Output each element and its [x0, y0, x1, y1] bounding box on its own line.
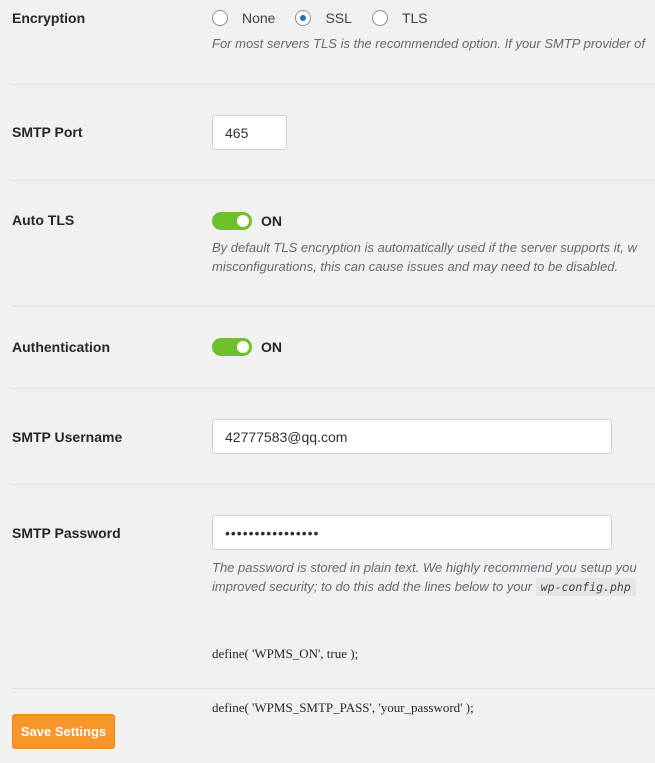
smtp-username-input[interactable]: 42777583@qq.com	[212, 419, 612, 454]
smtp-password-description-2-text: improved security; to do this add the li…	[212, 579, 533, 594]
encryption-option-none[interactable]: None	[212, 10, 275, 26]
radio-tls-label: TLS	[401, 10, 428, 26]
radio-ssl-label: SSL	[325, 10, 352, 26]
smtp-password-description-1: The password is stored in plain text. We…	[212, 560, 637, 575]
smtp-password-label: SMTP Password	[12, 525, 121, 541]
save-settings-button[interactable]: Save Settings	[12, 714, 115, 749]
auto-tls-row: Auto TLS ON By default TLS encryption is…	[12, 181, 655, 306]
smtp-port-input[interactable]: 465	[212, 115, 287, 150]
auto-tls-toggle[interactable]: ON	[212, 212, 637, 230]
smtp-username-label: SMTP Username	[12, 429, 123, 445]
smtp-password-description-2: improved security; to do this add the li…	[212, 577, 637, 597]
auto-tls-description-2: misconfigurations, this can cause issues…	[212, 259, 619, 274]
smtp-username-row: SMTP Username 42777583@qq.com	[12, 389, 655, 484]
authentication-row: Authentication ON	[12, 307, 655, 388]
auto-tls-description-1: By default TLS encryption is automatical…	[212, 240, 637, 255]
encryption-description: For most servers TLS is the recommended …	[212, 36, 646, 51]
smtp-port-label: SMTP Port	[12, 124, 83, 140]
radio-none-icon[interactable]	[212, 10, 228, 26]
smtp-port-row: SMTP Port 465	[12, 85, 655, 180]
toggle-knob	[237, 215, 249, 227]
auto-tls-switch[interactable]	[212, 212, 252, 230]
toggle-knob	[237, 341, 249, 353]
authentication-state: ON	[261, 339, 282, 355]
radio-ssl-icon[interactable]	[295, 10, 312, 26]
code-line-1: define( 'WPMS_ON', true );	[212, 646, 359, 661]
auto-tls-state: ON	[261, 213, 282, 229]
encryption-options: None SSL TLS For most servers TLS is the…	[212, 10, 645, 53]
divider	[12, 688, 655, 689]
encryption-option-ssl[interactable]: SSL	[295, 10, 352, 26]
smtp-password-input[interactable]: ••••••••••••••••	[212, 515, 612, 550]
encryption-label: Encryption	[12, 10, 86, 26]
radio-tls-icon[interactable]	[371, 10, 388, 26]
authentication-label: Authentication	[12, 339, 110, 355]
encryption-option-tls[interactable]: TLS	[371, 10, 428, 26]
config-code-block: define( 'WPMS_ON', true ); define( 'WPMS…	[212, 609, 637, 753]
code-line-2: define( 'WPMS_SMTP_PASS', 'your_password…	[212, 700, 474, 715]
authentication-switch[interactable]	[212, 338, 252, 356]
encryption-row: Encryption None SSL TLS For most servers…	[12, 0, 655, 84]
smtp-password-row: SMTP Password •••••••••••••••• The passw…	[12, 485, 655, 715]
wp-config-code: wp-config.php	[535, 578, 636, 596]
authentication-toggle[interactable]: ON	[212, 338, 282, 356]
auto-tls-label: Auto TLS	[12, 212, 75, 228]
radio-none-label: None	[242, 10, 276, 26]
